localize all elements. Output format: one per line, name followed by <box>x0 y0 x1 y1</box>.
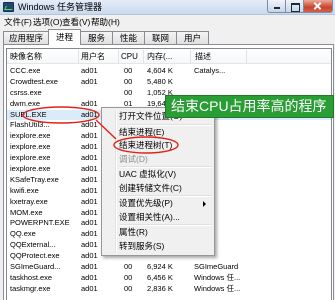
process-name: SUEL.EXE <box>10 109 47 119</box>
process-name: CCC.exe <box>10 66 41 75</box>
process-user: ad01 <box>81 272 98 282</box>
process-cpu: 00 <box>124 272 133 282</box>
column-header-image-name[interactable]: 映像名称 <box>10 49 42 64</box>
process-name: csrss.exe <box>10 87 42 97</box>
process-user: ad01 <box>81 283 98 293</box>
close-icon <box>304 0 332 12</box>
title-bar[interactable]: Windows 任务管理器 <box>0 0 335 15</box>
process-name: iexplore.exe <box>10 153 51 163</box>
maximize-icon <box>286 0 303 12</box>
minimize-icon <box>268 0 285 12</box>
menu-file[interactable]: 文件(F) <box>3 16 32 29</box>
process-description: Windows 任... <box>194 283 241 293</box>
process-name: iexplore.exe <box>10 142 51 152</box>
process-cpu: 00 <box>124 283 133 293</box>
process-name: FlashUtil3... <box>10 120 50 130</box>
process-name: SGImeGuard... <box>10 262 61 272</box>
process-name: iexplore.exe <box>10 131 51 141</box>
task-manager-window: Windows 任务管理器 文件(F) 选项(O) 查看(V) 帮助(H) 应用… <box>0 0 335 300</box>
column-separator[interactable] <box>78 50 79 63</box>
window-title: Windows 任务管理器 <box>18 2 103 12</box>
context-menu: 打开文件位置(O) 结束进程(E) 结束进程树(T) 调试(D) UAC 虚拟化… <box>101 107 215 256</box>
tab-applications[interactable]: 应用程序 <box>3 31 49 44</box>
menu-view[interactable]: 查看(V) <box>61 16 90 29</box>
menu-item-debug: 调试(D) <box>119 153 148 164</box>
process-name: QQ.exe <box>10 229 36 239</box>
process-memory: 4,604 K <box>147 66 173 75</box>
task-manager-icon <box>3 2 14 12</box>
menu-item-end-process-tree[interactable]: 结束进程树(T) <box>104 139 212 153</box>
menu-item-create-dump-file[interactable]: 创建转储文件(C) <box>104 182 212 196</box>
process-description: Catalys... <box>194 66 226 75</box>
process-cpu: 00 <box>124 76 133 86</box>
tab-networking[interactable]: 联网 <box>144 31 177 44</box>
process-cpu: 00 <box>124 262 133 272</box>
menu-item-set-priority-label: 设置优先级(P) <box>119 198 173 208</box>
close-button[interactable] <box>304 0 333 13</box>
window-controls <box>267 0 333 13</box>
menu-item-go-to-service[interactable]: 转到服务(S) <box>104 240 212 254</box>
process-cpu: 00 <box>124 87 133 97</box>
process-list-header: 映像名称 用户名 CPU 内存(... 描述 <box>7 49 331 64</box>
process-user: ad01 <box>81 66 98 75</box>
column-separator[interactable] <box>118 50 119 63</box>
menu-item-end-process[interactable]: 结束进程(E) <box>104 126 212 140</box>
process-row[interactable]: Crowdtest.exe ad01 00 5,480 K <box>7 77 331 88</box>
process-name: kwifi.exe <box>10 185 39 195</box>
process-name: iexplore.exe <box>10 164 51 174</box>
process-name: POWERPNT.EXE <box>10 218 70 228</box>
menu-help[interactable]: 帮助(H) <box>90 16 120 29</box>
process-name: QQExternal... <box>10 240 56 250</box>
menu-bar: 文件(F) 选项(O) 查看(V) 帮助(H) <box>3 16 120 29</box>
menu-item-set-priority[interactable]: 设置优先级(P) <box>104 197 212 211</box>
process-cpu: 00 <box>124 66 133 75</box>
minimize-button[interactable] <box>267 0 286 13</box>
column-header-memory[interactable]: 内存(... <box>147 49 172 64</box>
column-header-cpu[interactable]: CPU <box>121 49 138 64</box>
maximize-button[interactable] <box>286 0 304 13</box>
column-separator[interactable] <box>143 50 144 63</box>
tab-users[interactable]: 用户 <box>176 31 209 44</box>
process-row[interactable]: SGImeGuard... ad01 00 6,924 K SGImeGuard <box>7 262 331 273</box>
menu-item-set-affinity[interactable]: 设置相关性(A)... <box>104 211 212 225</box>
column-separator[interactable] <box>246 50 247 63</box>
process-user: ad01 <box>81 262 98 272</box>
tab-services[interactable]: 服务 <box>80 31 113 44</box>
column-header-user-name[interactable]: 用户名 <box>81 49 105 64</box>
process-memory: 2,836 K <box>147 283 173 293</box>
process-user: ad01 <box>81 76 98 86</box>
menu-item-properties[interactable]: 属性(R) <box>104 226 212 240</box>
tab-performance[interactable]: 性能 <box>112 31 145 44</box>
process-name: kxetray.exe <box>10 196 48 206</box>
process-row[interactable]: CCC.exe ad01 00 4,604 K Catalys... <box>7 66 331 77</box>
process-memory: 6,924 K <box>147 262 173 272</box>
menu-item-uac-virtualization[interactable]: UAC 虚拟化(V) <box>104 168 212 182</box>
tab-strip: 应用程序 进程 服务 性能 联网 用户 <box>3 29 209 45</box>
process-name: dwm.exe <box>10 98 41 108</box>
process-memory: 6,456 K <box>147 272 173 282</box>
process-name: taskmgr.exe <box>10 283 51 293</box>
process-row[interactable]: taskhost.exe ad01 00 6,456 K Windows 任... <box>7 273 331 284</box>
chevron-right-icon <box>203 201 206 207</box>
column-separator[interactable] <box>190 50 191 63</box>
column-header-description[interactable]: 描述 <box>195 49 211 64</box>
process-name: taskhost.exe <box>10 272 53 282</box>
process-row[interactable]: taskmgr.exe ad01 00 2,836 K Windows 任... <box>7 284 331 295</box>
process-description: SGImeGuard <box>194 262 239 272</box>
process-description: Windows 任... <box>194 272 241 282</box>
process-memory: 5,480 K <box>147 76 173 86</box>
annotation-banner: 结束CPU占用率高的程序 <box>165 95 334 118</box>
menu-options[interactable]: 选项(O) <box>32 16 62 29</box>
process-name: MOM.exe <box>10 207 43 217</box>
tab-processes[interactable]: 进程 <box>48 29 81 45</box>
process-name: Crowdtest.exe <box>10 76 58 86</box>
process-name: KSafeTray.exe <box>10 174 59 184</box>
process-name: QQProtect.exe <box>10 251 60 261</box>
